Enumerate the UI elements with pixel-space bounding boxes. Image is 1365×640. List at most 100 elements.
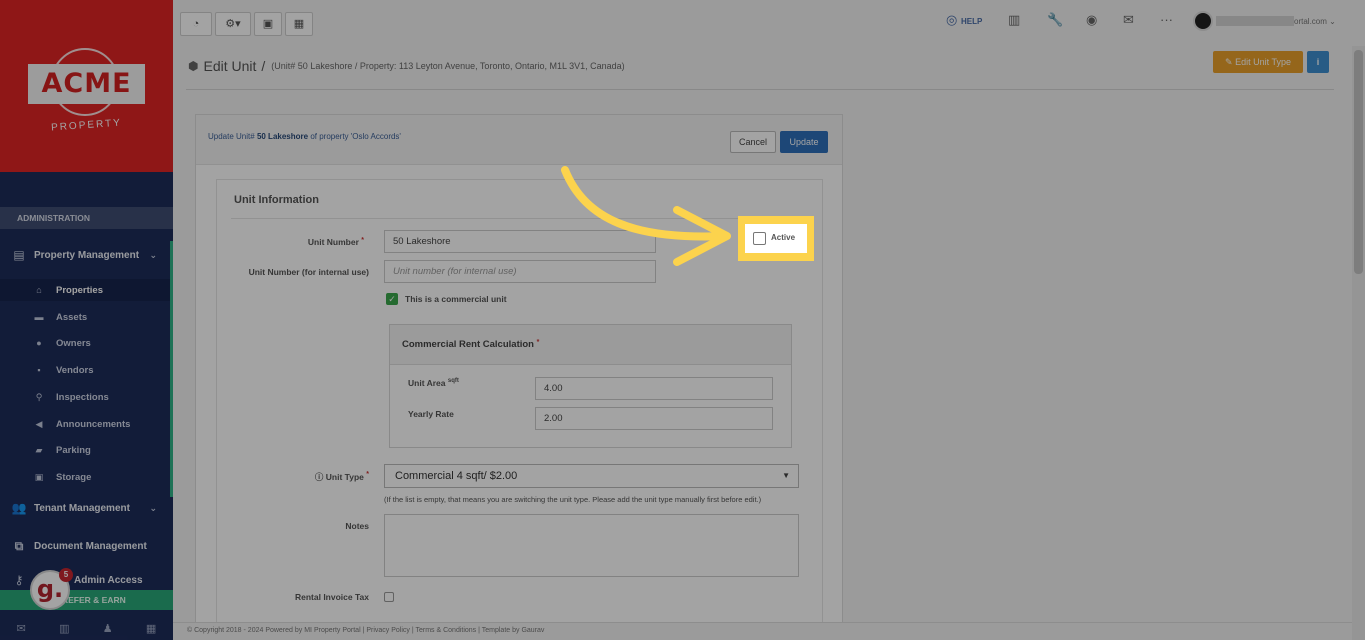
header-divider [186,89,1334,90]
documents-icon: ⧉ [14,538,24,553]
refer-earn-bar[interactable]: REFER & EARN [0,590,173,610]
unit-number-label: Unit Number * [257,237,364,247]
more-icon[interactable]: ··· [1160,12,1173,27]
rent-panel-title: Commercial Rent Calculation * [402,339,539,350]
notification-count-badge: 5 [59,568,73,582]
unit-type-select[interactable]: Commercial 4 sqft/ $2.00 ▼ [384,464,799,488]
user-icon: ● [36,338,42,348]
sidebar-item-vendors[interactable]: ▪ Vendors [0,359,170,381]
cancel-button[interactable]: Cancel [730,131,776,153]
sidebar-item-parking[interactable]: ▰ Parking [0,439,170,461]
user-email[interactable]: ortal.com ⌄ [1294,17,1336,26]
title-separator: / [261,58,266,74]
rent-panel-header: Commercial Rent Calculation * [390,325,791,365]
unit-type-label: ⓘ Unit Type * [287,471,369,483]
scrollbar-thumb[interactable] [1354,50,1363,274]
rental-invoice-tax-label: Rental Invoice Tax [294,592,369,602]
internal-unit-number-input[interactable]: Unit number (for internal use) [384,260,656,283]
gear-icon: ⚙▾ [225,18,241,30]
storage-icon: ▣ [34,471,44,482]
asset-icon: ▬ [34,312,44,322]
chevron-down-icon: ⌄ [149,249,157,260]
brand-logo[interactable]: ACME PROPERTY [0,0,173,172]
eye-icon[interactable]: ◉ [1086,12,1097,28]
sidebar-item-assets[interactable]: ▬ Assets [0,306,170,328]
sidebar: ACME PROPERTY ADMINISTRATION ▤ Property … [0,0,173,640]
calculator-icon[interactable]: ▦ [146,622,156,635]
wrench-icon[interactable]: 🔧 [1047,12,1063,28]
edit-unit-type-label: Edit Unit Type [1235,57,1291,67]
panel-note: Update Unit# 50 Lakeshore of property 'O… [208,132,401,141]
search-icon: ⚲ [35,391,43,402]
required-marker: * [536,339,540,346]
unit-area-input[interactable]: 4.00 [535,377,773,400]
commercial-rent-panel: Commercial Rent Calculation * Unit Area … [389,324,792,448]
page-title: ⬢ Edit Unit / (Unit# 50 Lakeshore / Prop… [188,58,625,74]
sidebar-item-label: Parking [56,444,91,456]
chevron-down-icon: ⌄ [149,502,157,513]
sidebar-item-label: Owners [56,337,91,349]
building-small-icon[interactable]: ▥ [59,622,69,635]
sidebar-item-storage[interactable]: ▣ Storage [0,466,170,488]
unit-number-input[interactable]: 50 Lakeshore [384,230,656,253]
calendar-button[interactable]: ▣ [254,12,282,36]
calculator-icon: ▦ [293,18,305,30]
active-label: Active [771,233,796,242]
mail-icon[interactable]: ✉ [17,622,26,635]
sidebar-item-properties[interactable]: ⌂ Properties [0,279,170,301]
avatar[interactable] [1193,11,1213,31]
person-icon[interactable]: ♟ [103,622,113,635]
cube-icon: ⬢ [188,59,199,73]
note-unit: 50 Lakeshore [256,132,309,141]
sidebar-item-inspections[interactable]: ⚲ Inspections [0,386,170,408]
home-icon: ⌂ [36,285,42,295]
sidebar-item-label: Assets [56,311,88,323]
sidebar-section-label: ADMINISTRATION [0,207,173,229]
user-name-redacted [1216,16,1294,26]
update-button[interactable]: Update [780,131,828,153]
page-subtitle: (Unit# 50 Lakeshore / Property: 113 Leyt… [271,61,625,71]
unit-type-value: Commercial 4 sqft/ $2.00 [395,470,518,482]
sidebar-group-tenant-management[interactable]: 👥 Tenant Management ⌄ [0,494,173,522]
sidebar-group-document-management[interactable]: ⧉ Document Management [0,532,173,560]
note-suffix: of property 'Oslo Accords' [310,132,401,141]
sidebar-group-admin-access[interactable]: ⚷ Admin Access [0,570,173,590]
notes-textarea[interactable] [384,514,799,577]
section-title: Unit Information [234,194,319,206]
unit-number-label-text: Unit Number [307,237,359,247]
page-title-text: Edit Unit [203,58,257,74]
edit-unit-type-button[interactable]: ✎ Edit Unit Type [1213,51,1303,73]
sidebar-item-owners[interactable]: ● Owners [0,332,170,354]
help-link[interactable]: ◎ HELP [946,12,982,28]
sidebar-item-announcements[interactable]: ◀ Announcements [0,413,170,435]
panel-header: Update Unit# 50 Lakeshore of property 'O… [196,115,842,165]
commercial-unit-label: This is a commercial unit [405,294,507,304]
pencil-icon: ✎ [1225,57,1233,67]
settings-dropdown-button[interactable]: ⚙▾ [215,12,251,36]
sidebar-item-label: Announcements [56,418,131,430]
speedometer-icon: ◔ [192,18,200,30]
logo-tagline: PROPERTY [50,117,123,134]
logo-text: ACME [41,68,132,99]
yearly-rate-label: Yearly Rate [408,409,454,419]
active-checkbox[interactable] [753,232,766,245]
internal-unit-number-label: Unit Number (for internal use) [248,267,369,277]
calculator-button[interactable]: ▦ [285,12,313,36]
commercial-unit-checkbox[interactable]: ✓ [386,293,398,305]
sidebar-group-property-management[interactable]: ▤ Property Management ⌄ [0,241,173,269]
rent-panel-title-text: Commercial Rent Calculation [402,339,534,350]
info-icon: i [1316,57,1320,67]
help-label: HELP [960,17,983,26]
unit-information-box: Unit Information Unit Number * 50 Lakesh… [216,179,823,639]
yearly-rate-input[interactable]: 2.00 [535,407,773,430]
users-icon: 👥 [11,501,27,515]
info-circle-icon: ⓘ [314,472,324,482]
rental-invoice-tax-checkbox[interactable] [384,592,394,602]
page-footer: © Copyright 2018 - 2024 Powered by MI Pr… [173,622,1353,640]
dashboard-button[interactable]: ◔ [180,12,212,36]
edit-unit-panel: Update Unit# 50 Lakeshore of property 'O… [195,114,843,640]
envelope-icon[interactable]: ✉ [1123,12,1134,28]
bar-chart-icon[interactable]: ▥ [1008,12,1020,28]
user-email-text: ortal.com [1294,17,1327,26]
info-button[interactable]: i [1307,51,1329,73]
